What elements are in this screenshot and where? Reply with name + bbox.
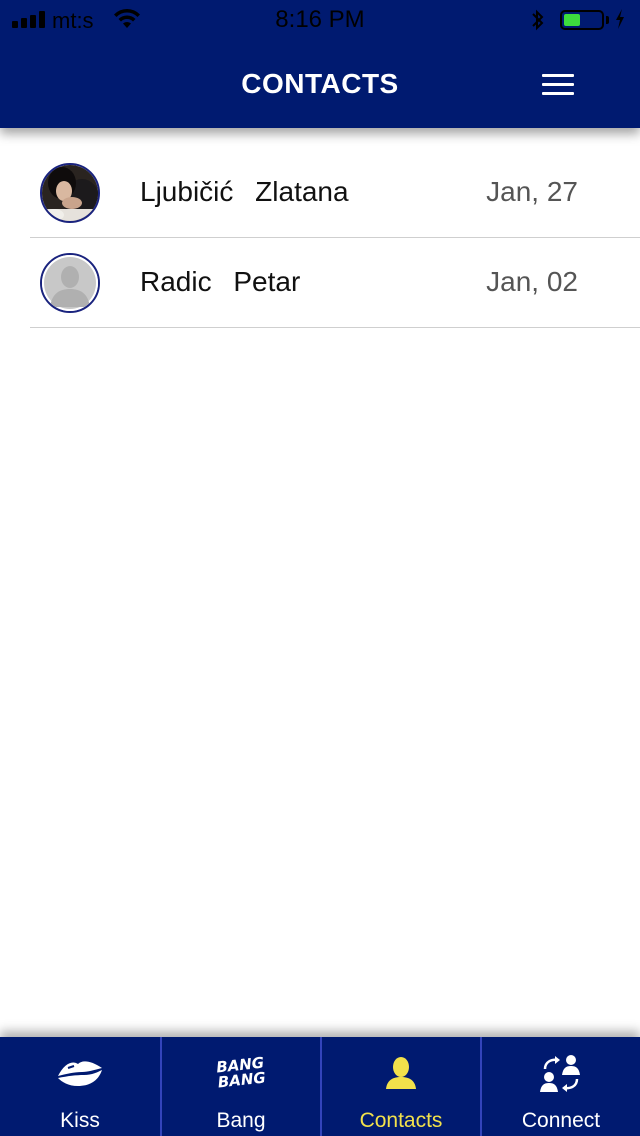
- person-icon: [322, 1053, 480, 1093]
- tab-label: Contacts: [359, 1109, 443, 1132]
- bang-bang-icon: BANG BANG: [162, 1053, 320, 1093]
- contact-name: Radic Petar: [140, 266, 300, 298]
- battery-level: [564, 14, 580, 26]
- tab-label: Connect: [521, 1109, 601, 1132]
- contact-row[interactable]: Radic Petar Jan, 02: [0, 238, 640, 328]
- contact-list: Ljubičić Zlatana Jan, 27 Radic Petar Jan…: [0, 148, 640, 328]
- contact-avatar-photo: [40, 163, 100, 223]
- tab-bang[interactable]: BANG BANG Bang: [160, 1037, 320, 1136]
- contact-date: Jan, 02: [486, 266, 578, 297]
- tab-connect[interactable]: Connect: [480, 1037, 640, 1136]
- hamburger-menu-icon[interactable]: [538, 68, 578, 102]
- bottom-tab-bar: Kiss BANG BANG Bang Contacts Connect: [0, 1037, 640, 1136]
- contact-row[interactable]: Ljubičić Zlatana Jan, 27: [0, 148, 640, 238]
- contact-name: Ljubičić Zlatana: [140, 176, 349, 208]
- charging-icon: [614, 8, 626, 35]
- contact-date: Jan, 27: [486, 176, 578, 207]
- connect-users-icon: [482, 1053, 640, 1093]
- tab-label: Bang: [216, 1109, 266, 1132]
- contacts-screen: mt:s 8:16 PM CONTACTS Ljubičić Zlatana J…: [0, 0, 640, 1136]
- app-header: mt:s 8:16 PM CONTACTS: [0, 0, 640, 128]
- tab-kiss[interactable]: Kiss: [0, 1037, 160, 1136]
- row-divider: [30, 327, 640, 328]
- status-bar: mt:s 8:16 PM: [0, 0, 640, 40]
- contact-last-name: Zlatana: [255, 176, 349, 207]
- tab-label: Kiss: [60, 1109, 100, 1132]
- lips-icon: [0, 1053, 160, 1093]
- contact-avatar-placeholder-icon: [40, 253, 100, 313]
- contact-last-name: Petar: [233, 266, 301, 297]
- contact-first-name: Radic: [140, 266, 212, 297]
- bang-icon-text: BANG BANG: [215, 1053, 267, 1092]
- battery-icon: [560, 10, 604, 30]
- bluetooth-icon: [530, 8, 546, 37]
- battery-tip: [606, 16, 609, 24]
- tab-contacts[interactable]: Contacts: [320, 1037, 480, 1136]
- contact-first-name: Ljubičić: [140, 176, 234, 207]
